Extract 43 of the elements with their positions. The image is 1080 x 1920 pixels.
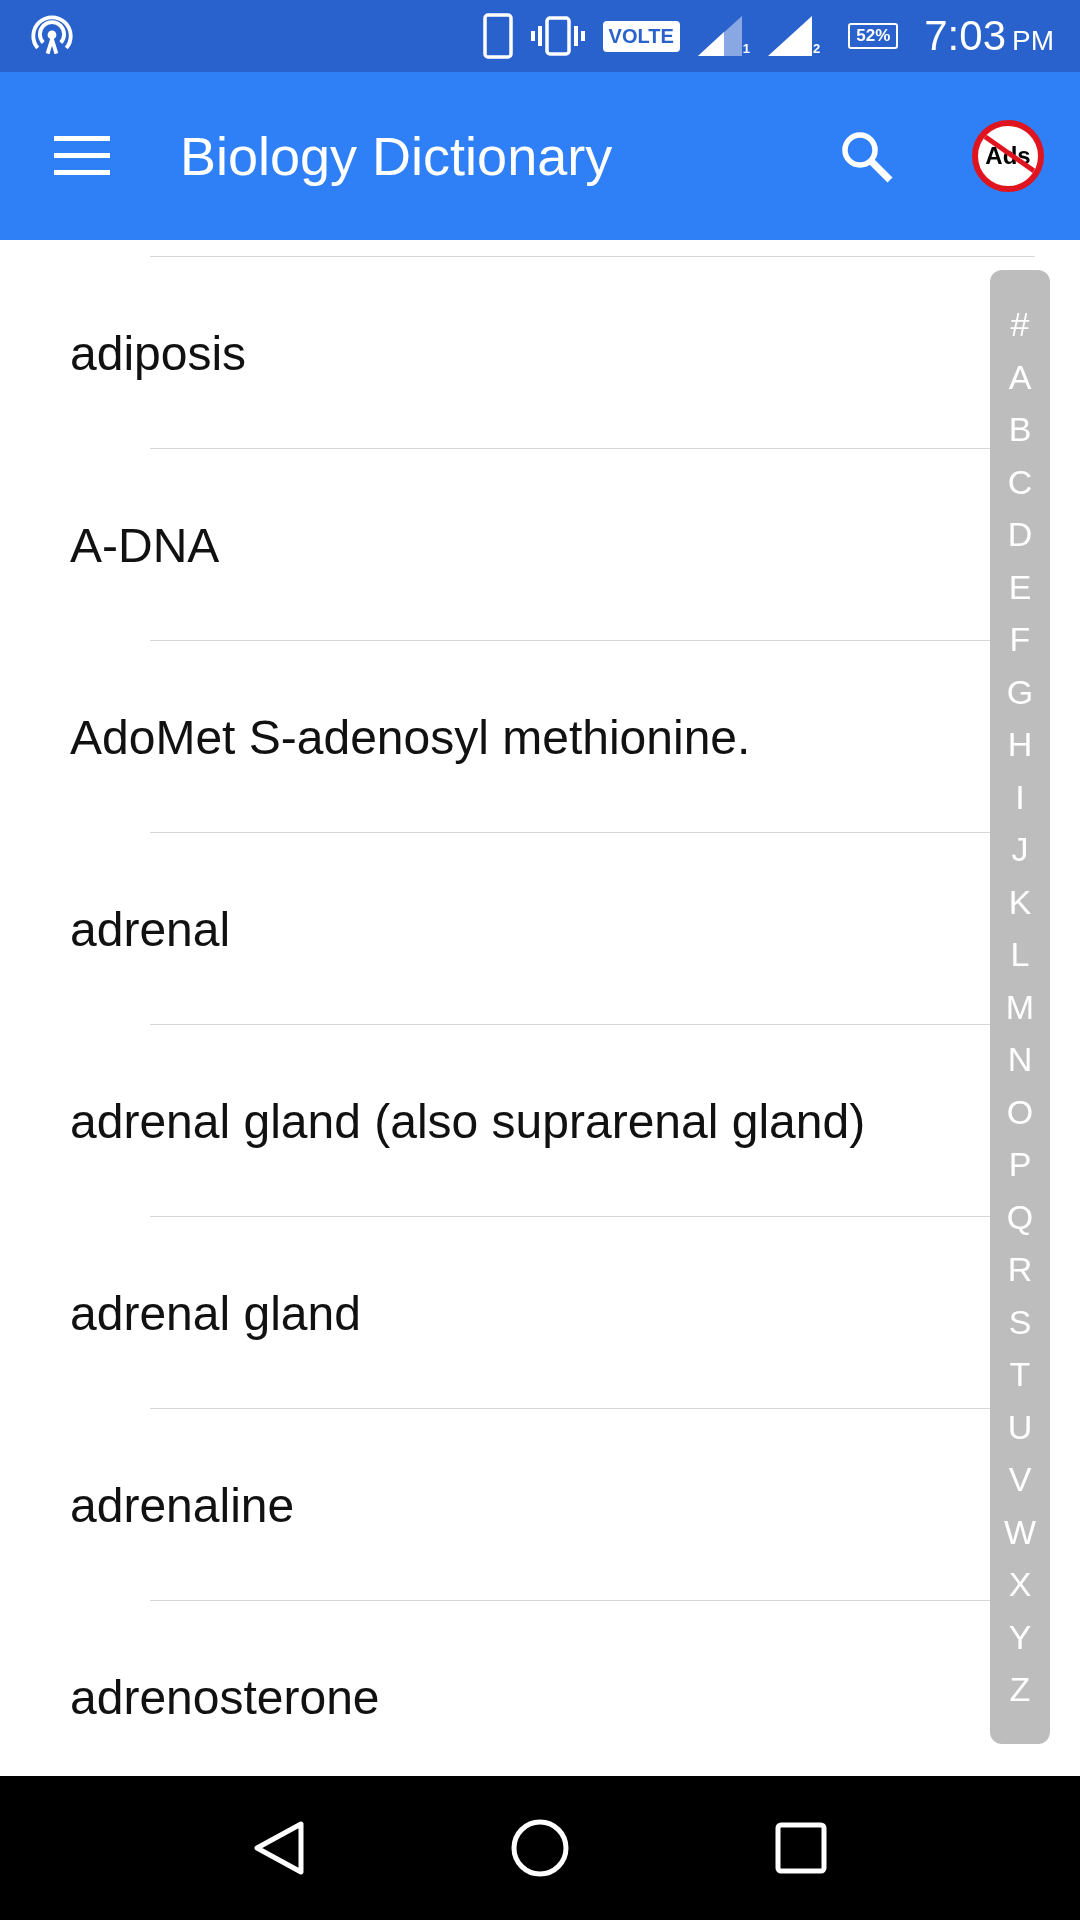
index-letter[interactable]: L [1010, 928, 1030, 981]
recents-icon[interactable] [775, 1822, 828, 1874]
index-letter[interactable]: J [1011, 823, 1029, 876]
index-letter[interactable]: N [1007, 1033, 1033, 1086]
index-letter[interactable]: H [1007, 718, 1033, 771]
home-icon[interactable] [510, 1818, 570, 1878]
index-letter[interactable]: K [1008, 875, 1032, 929]
app-title: Biology Dictionary [180, 125, 614, 187]
index-letter[interactable]: E [1008, 560, 1032, 614]
index-letter[interactable]: U [1007, 1400, 1033, 1454]
menu-button[interactable] [54, 136, 110, 176]
index-letter[interactable]: T [1009, 1348, 1031, 1401]
index-letter[interactable]: O [1006, 1085, 1034, 1139]
menu-icon [54, 136, 110, 176]
signal-icon [697, 16, 742, 56]
index-letter[interactable]: V [1008, 1453, 1032, 1506]
clock-meridiem: PM [1012, 25, 1054, 57]
index-letter[interactable]: X [1008, 1558, 1032, 1611]
index-letter[interactable]: P [1008, 1138, 1032, 1191]
sim-label: 2 [813, 41, 821, 56]
index-letter[interactable]: W [1003, 1505, 1037, 1559]
index-letter[interactable]: F [1009, 613, 1031, 666]
back-icon[interactable] [252, 1820, 305, 1876]
battery-level: 52% [856, 26, 891, 45]
index-letter[interactable]: R [1007, 1243, 1033, 1296]
clock: 7:03 [924, 12, 1006, 60]
index-letter[interactable]: D [1007, 508, 1033, 561]
index-letter[interactable]: B [1008, 403, 1032, 456]
index-letter[interactable]: C [1007, 455, 1033, 509]
index-letter[interactable]: Z [1009, 1663, 1031, 1716]
index-letter[interactable]: S [1008, 1295, 1032, 1349]
index-letter[interactable]: A [1008, 350, 1032, 404]
signal-icon [768, 16, 812, 56]
vibrate-icon [530, 16, 585, 56]
index-letter[interactable]: Q [1006, 1190, 1034, 1244]
phone-icon [482, 13, 513, 59]
index-letter[interactable]: Y [1008, 1610, 1032, 1664]
index-letter[interactable]: M [1005, 980, 1035, 1034]
index-letter[interactable]: I [1015, 770, 1025, 824]
index-letter[interactable]: # [1010, 298, 1030, 351]
index-letter[interactable]: G [1006, 665, 1034, 719]
network-badge: VOLTE [602, 20, 680, 52]
sim-label: 1 [742, 41, 750, 56]
